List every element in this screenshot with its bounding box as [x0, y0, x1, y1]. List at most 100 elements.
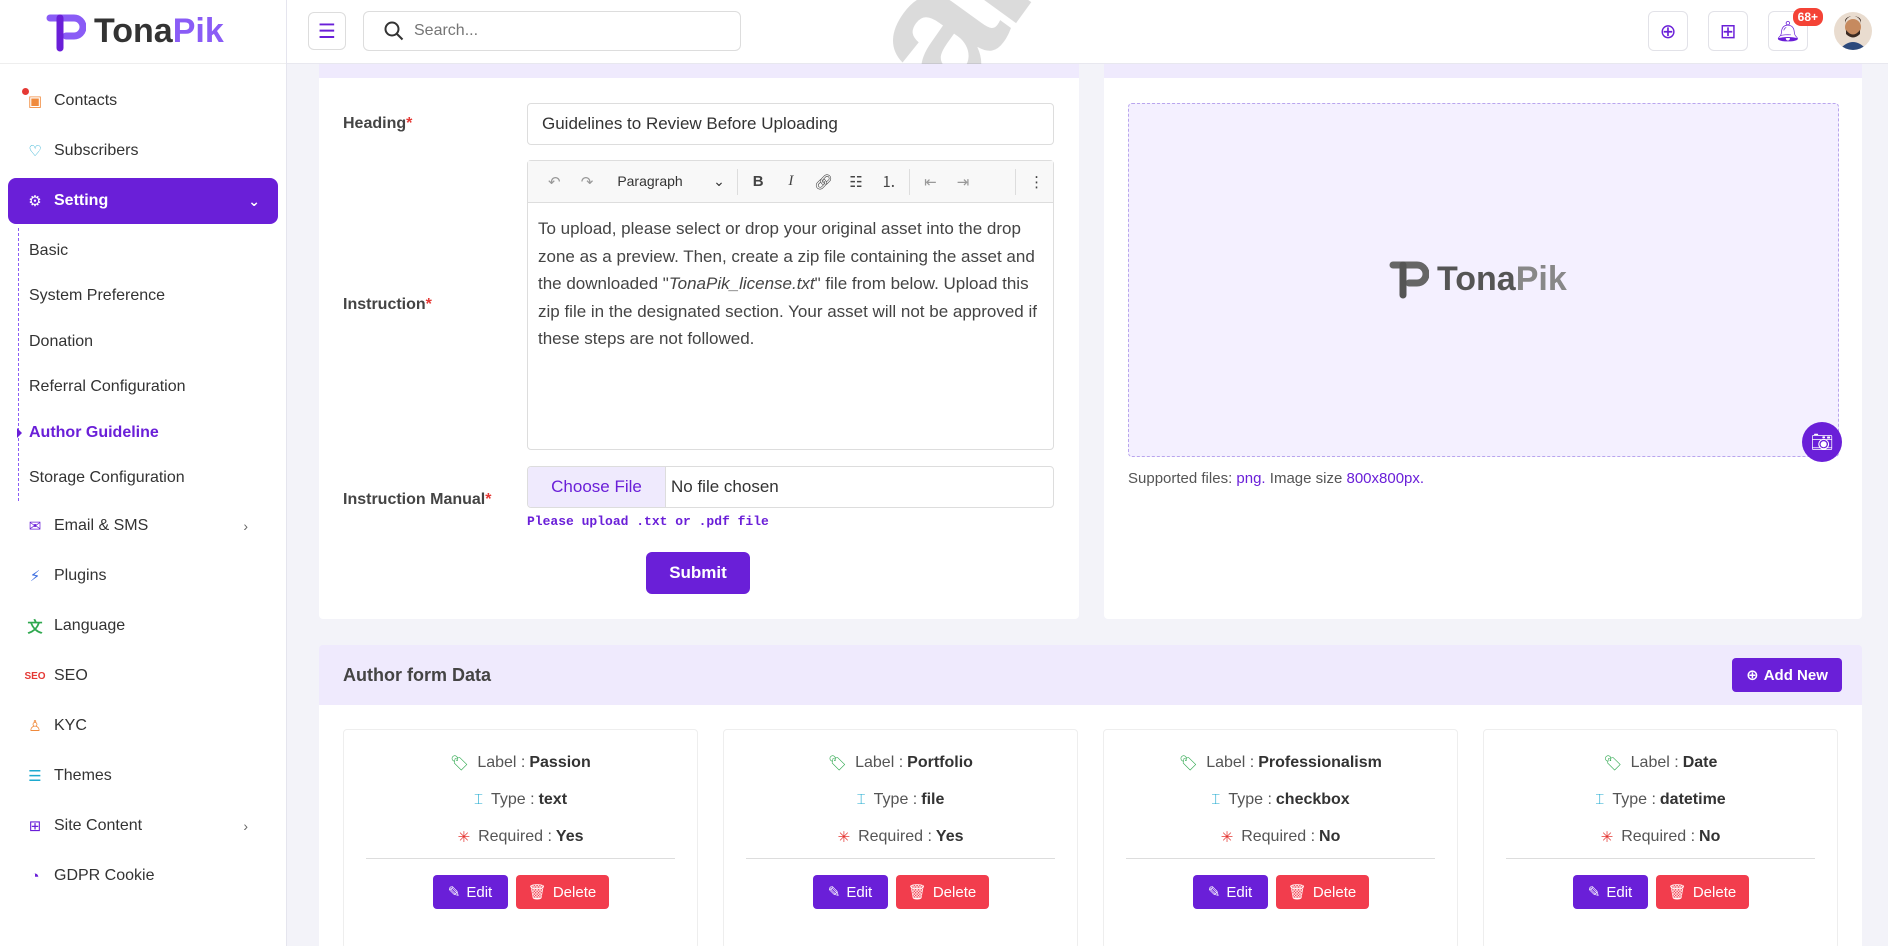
apps-button[interactable]: ⊞: [1708, 11, 1748, 51]
sidebar-item-plugins[interactable]: ⚡ Plugins: [0, 553, 286, 599]
sidebar-item-seo[interactable]: SEO SEO: [0, 653, 286, 699]
delete-button[interactable]: 🗑︎ Delete: [1655, 875, 1749, 909]
search-input[interactable]: [414, 22, 714, 40]
submit-button[interactable]: Submit: [646, 552, 750, 594]
preview-logo: Tona Pik: [1389, 259, 1567, 299]
sidebar-item-setting[interactable]: ⚙ Setting ⌄: [8, 178, 278, 224]
form-field-card: 🏷︎ Label : Date ⌶ Type : datetime ✳ Require…: [1483, 729, 1838, 946]
tag-icon: 🏷︎: [1179, 754, 1199, 772]
tag-icon: 🏷︎: [450, 754, 470, 772]
submenu-item-donation[interactable]: Donation: [29, 319, 286, 365]
type-icon: ⌶: [1595, 791, 1605, 808]
submenu-item-basic[interactable]: Basic: [29, 228, 286, 274]
tag-icon: 🏷︎: [1603, 754, 1623, 772]
indent-icon[interactable]: ⇥: [947, 173, 980, 191]
delete-button[interactable]: 🗑︎ Delete: [515, 875, 609, 909]
gear-icon: ⚙: [28, 193, 42, 210]
edit-button[interactable]: ✎ Edit: [1192, 875, 1268, 909]
asterisk-icon: ✳: [1600, 828, 1614, 846]
editor-content[interactable]: To upload, please select or drop your or…: [528, 203, 1053, 365]
bulleted-list-icon[interactable]: ☷: [840, 173, 873, 191]
logo-icon: [1389, 261, 1429, 299]
choose-file-button[interactable]: Choose File: [528, 467, 666, 507]
upload-image-button[interactable]: 📷︎: [1802, 422, 1842, 462]
delete-button[interactable]: 🗑︎ Delete: [895, 875, 989, 909]
preview-logo-part2: Pik: [1515, 259, 1567, 298]
submenu-item-author-guideline[interactable]: Author Guideline: [17, 410, 286, 456]
site-content-icon: ⊞: [28, 818, 42, 835]
file-hint: Please upload .txt or .pdf file: [527, 514, 769, 529]
edit-button[interactable]: ✎ Edit: [1572, 875, 1648, 909]
sidebar-item-label: Contacts: [54, 92, 118, 109]
globe-icon: ⊕: [1659, 20, 1677, 43]
chevron-down-icon: ⌄: [713, 173, 725, 189]
seo-icon: SEO: [24, 670, 46, 682]
notification-badge: 68+: [1792, 8, 1823, 26]
heading-input[interactable]: Guidelines to Review Before Uploading: [527, 103, 1054, 145]
sidebar-item-email-sms[interactable]: ✉ Email & SMS ›: [0, 503, 286, 549]
numbered-list-icon[interactable]: ⒈: [872, 171, 905, 192]
sidebar-item-label: Language: [54, 617, 126, 634]
sidebar-item-language[interactable]: 文 Language: [0, 603, 286, 649]
translate-icon: 文: [27, 618, 43, 636]
sidebar-item-contacts[interactable]: ▣ Contacts: [0, 78, 286, 124]
link-icon[interactable]: 🔗︎: [807, 173, 840, 191]
trash-icon: 🗑︎: [1667, 884, 1687, 901]
instruction-editor[interactable]: ↶ ↷ Paragraph ⌄ B I 🔗︎ ☷ ⒈ ⇤ ⇥ ⋮ To uploa…: [527, 160, 1054, 450]
chevron-down-icon: ⌄: [248, 192, 260, 209]
submenu-item-referral-configuration[interactable]: Referral Configuration: [29, 365, 286, 411]
search-box: [363, 11, 741, 51]
edit-icon: ✎: [447, 884, 461, 901]
submenu-item-system-preference[interactable]: System Preference: [29, 274, 286, 320]
setting-submenu: Basic System Preference Donation Referra…: [17, 228, 286, 502]
submenu-item-storage-configuration[interactable]: Storage Configuration: [29, 456, 286, 502]
camera-icon: 📷︎: [1810, 431, 1834, 452]
more-options-icon[interactable]: ⋮: [1020, 173, 1053, 191]
sidebar-item-subscribers[interactable]: ♡ Subscribers: [0, 128, 286, 174]
italic-icon[interactable]: I: [774, 173, 807, 190]
paragraph-select[interactable]: Paragraph ⌄: [603, 173, 733, 190]
hamburger-menu-button[interactable]: ☰: [308, 12, 346, 50]
instruction-manual-file-input[interactable]: Choose File No file chosen: [527, 466, 1054, 508]
sidebar-item-label: Email & SMS: [54, 517, 149, 534]
supported-files-text: Supported files: png. Image size 800x800…: [1128, 470, 1425, 487]
tag-icon: 🏷︎: [828, 754, 848, 772]
language-button[interactable]: ⊕: [1648, 11, 1688, 51]
topbar: ☰ ⊕ ⊞ 🔔︎ 68+: [287, 0, 1888, 64]
form-field-card: 🏷︎ Label : Professionalism ⌶ Type : checkb…: [1103, 729, 1458, 946]
notifications-button[interactable]: 🔔︎ 68+: [1768, 8, 1823, 51]
sidebar-item-label: Site Content: [54, 817, 143, 834]
edit-button[interactable]: ✎ Edit: [432, 875, 508, 909]
image-drop-zone[interactable]: Tona Pik: [1128, 103, 1839, 457]
hamburger-icon: ☰: [318, 20, 336, 43]
undo-icon[interactable]: ↶: [538, 173, 571, 191]
delete-button[interactable]: 🗑︎ Delete: [1275, 875, 1369, 909]
sidebar-item-kyc[interactable]: ♙ KYC: [0, 703, 286, 749]
avatar[interactable]: [1834, 12, 1872, 50]
sidebar-item-label: GDPR Cookie: [54, 867, 155, 884]
outdent-icon[interactable]: ⇤: [914, 173, 947, 191]
chevron-right-icon: ›: [243, 818, 248, 834]
trash-icon: 🗑︎: [527, 884, 547, 901]
trash-icon: 🗑︎: [1287, 884, 1307, 901]
preview-logo-part1: Tona: [1437, 259, 1516, 298]
sidebar-item-gdpr-cookie[interactable]: ◔ GDPR Cookie: [0, 853, 286, 899]
sidebar-item-label: Subscribers: [54, 142, 139, 159]
sidebar-item-themes[interactable]: ☰ Themes: [0, 753, 286, 799]
add-new-button[interactable]: ⊕ Add New: [1732, 658, 1842, 692]
heart-icon: ♡: [28, 143, 42, 160]
plug-icon: ⚡: [29, 568, 41, 585]
bold-icon[interactable]: B: [742, 173, 775, 190]
form-field-card: 🏷︎ Label : Portfolio ⌶ Type : file ✳ Requir…: [723, 729, 1078, 946]
sidebar: Tona Pik ▣ Contacts ♡ Subscribers ⚙ Setti…: [0, 0, 287, 946]
type-icon: ⌶: [1211, 791, 1221, 808]
asterisk-icon: ✳: [1220, 828, 1234, 846]
themes-icon: ☰: [28, 768, 42, 785]
sidebar-item-site-content[interactable]: ⊞ Site Content ›: [0, 803, 286, 849]
asterisk-icon: ✳: [457, 828, 471, 846]
redo-icon[interactable]: ↷: [571, 173, 604, 191]
user-icon: ♙: [28, 718, 42, 735]
edit-button[interactable]: ✎ Edit: [812, 875, 888, 909]
author-form-body: 🏷︎ Label : Passion ⌶ Type : text ✳ Required…: [319, 705, 1862, 946]
app-logo[interactable]: Tona Pik: [0, 0, 286, 64]
